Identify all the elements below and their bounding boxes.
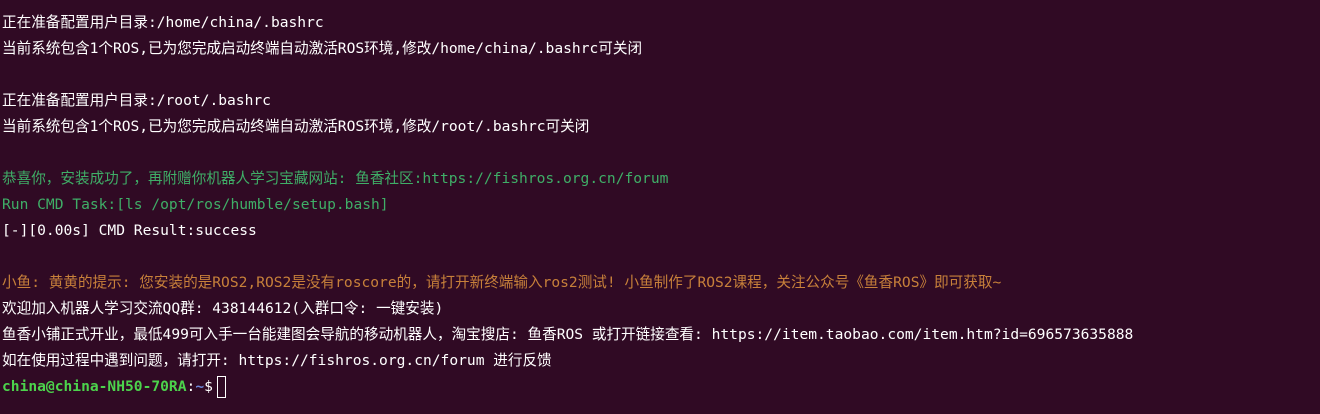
prompt-path: ~: [195, 378, 205, 395]
output-blank-line: [2, 62, 1320, 88]
command-prompt[interactable]: china@china-NH50-70RA:~$: [2, 374, 1320, 400]
text-cursor[interactable]: [216, 376, 226, 398]
output-line-feedback: 如在使用过程中遇到问题，请打开: https://fishros.org.cn/…: [2, 352, 552, 369]
output-line-shop: 鱼香小铺正式开业，最低499可入手一台能建图会导航的移动机器人，淘宝搜店: 鱼香…: [2, 326, 1134, 343]
output-line-cmd-result: [-][0.00s] CMD Result:success: [2, 222, 257, 239]
prompt-user-host: china@china-NH50-70RA: [2, 378, 187, 395]
output-line-config-home: 正在准备配置用户目录:/home/china/.bashrc: [2, 14, 324, 31]
output-line-qq-group: 欢迎加入机器人学习交流QQ群: 438144612(入群口令: 一键安装): [2, 300, 444, 317]
prompt-symbol: $: [204, 378, 213, 395]
output-line-run-cmd-task: Run CMD Task:[ls /opt/ros/humble/setup.b…: [2, 196, 389, 213]
prompt-separator: :: [186, 378, 196, 395]
output-line-ros-activated-root: 当前系统包含1个ROS,已为您完成启动终端自动激活ROS环境,修改/root/.…: [2, 118, 590, 135]
output-line-config-root: 正在准备配置用户目录:/root/.bashrc: [2, 92, 271, 109]
output-blank-line: [2, 244, 1320, 270]
output-line-tip: 小鱼: 黄黄的提示: 您安装的是ROS2,ROS2是没有roscore的，请打开…: [2, 274, 1002, 291]
terminal-window[interactable]: 正在准备配置用户目录:/home/china/.bashrc 当前系统包含1个R…: [0, 0, 1320, 414]
output-line-congrats: 恭喜你，安装成功了，再附赠你机器人学习宝藏网站: 鱼香社区:https://fi…: [2, 170, 669, 187]
output-line-ros-activated-home: 当前系统包含1个ROS,已为您完成启动终端自动激活ROS环境,修改/home/c…: [2, 40, 643, 57]
output-blank-line: [2, 140, 1320, 166]
